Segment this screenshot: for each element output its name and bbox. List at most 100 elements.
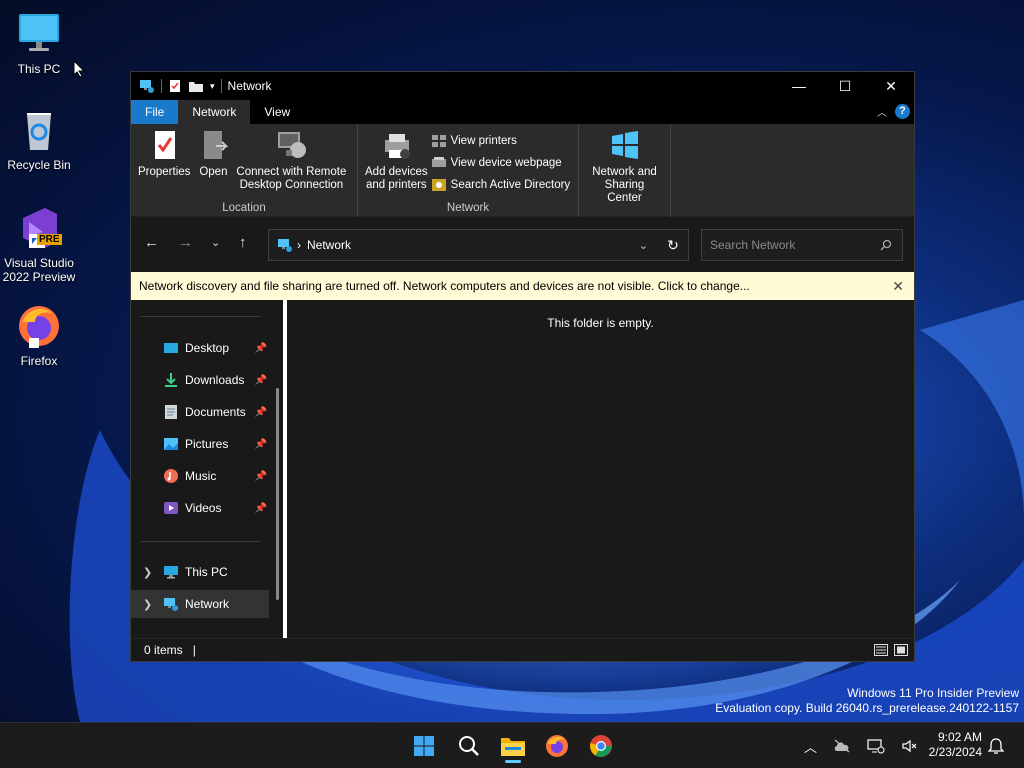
- desktop-icon-firefox[interactable]: Firefox: [0, 302, 78, 368]
- pin-icon: 📌: [254, 406, 267, 418]
- show-hidden-icons-chevron-icon[interactable]: ︿: [804, 737, 817, 756]
- title-bar: ▾ Network — ☐ ✕: [131, 72, 914, 100]
- remote-desktop-icon: [278, 132, 307, 158]
- clock-time: 9:02 AM: [937, 730, 982, 744]
- firefox-icon: [546, 735, 568, 757]
- up-arrow-icon[interactable]: ↑: [239, 234, 247, 251]
- nav-item-desktop[interactable]: Desktop 📌: [131, 334, 269, 362]
- item-count: 0 items: [144, 643, 183, 657]
- close-infobar-icon[interactable]: ✕: [892, 278, 904, 295]
- search-box[interactable]: Search Network: [701, 229, 903, 261]
- ribbon-group-sharing: Network and Sharing Center: [579, 124, 671, 217]
- address-bar[interactable]: › Network ⌄ ↻: [268, 229, 689, 261]
- recent-locations-chevron-icon[interactable]: ⌄: [211, 236, 220, 249]
- taskbar-firefox[interactable]: [539, 730, 575, 762]
- navigation-scrollbar[interactable]: [276, 388, 279, 600]
- nav-item-downloads[interactable]: Downloads 📌: [131, 366, 269, 394]
- view-printers-icon: [431, 135, 446, 147]
- properties-icon: [155, 131, 176, 159]
- evaluation-watermark: Windows 11 Pro Insider Preview Evaluatio…: [715, 686, 1019, 715]
- windows-logo-icon: [611, 131, 638, 159]
- status-bar: 0 items |: [131, 638, 914, 661]
- explorer-body: Desktop 📌 Downloads 📌 Documents 📌 Pictures 📌…: [131, 300, 914, 640]
- separator: [220, 79, 222, 93]
- ribbon-group-label: Location: [222, 202, 266, 214]
- chrome-icon: [590, 735, 612, 757]
- customize-toolbar-chevron-icon[interactable]: ▾: [210, 81, 215, 92]
- breadcrumb-network[interactable]: Network: [307, 238, 351, 252]
- network-discovery-infobar[interactable]: Network discovery and file sharing are t…: [131, 272, 914, 300]
- visual-studio-icon: PRE: [15, 204, 63, 252]
- network-icon: [164, 598, 178, 611]
- pin-icon: 📌: [254, 374, 267, 386]
- help-icon[interactable]: ?: [895, 104, 910, 119]
- nav-item-network[interactable]: ❯ Network: [131, 590, 269, 618]
- nav-item-documents[interactable]: Documents 📌: [131, 398, 269, 426]
- start-icon: [414, 736, 434, 756]
- divider: [141, 541, 261, 542]
- search-active-directory-button[interactable]: Search Active Directory: [431, 176, 570, 194]
- desktop-icon-recycle-bin[interactable]: Recycle Bin: [0, 106, 78, 172]
- nav-item-music[interactable]: Music 📌: [131, 462, 269, 490]
- properties-icon[interactable]: [168, 79, 182, 93]
- search-placeholder: Search Network: [710, 238, 796, 252]
- music-icon: [164, 469, 178, 483]
- volume-muted-icon[interactable]: [901, 738, 917, 754]
- firefox-icon: [15, 302, 63, 350]
- desktop-icon-this-pc[interactable]: This PC: [0, 10, 78, 76]
- clock-date: 2/23/2024: [928, 745, 982, 759]
- collapse-ribbon-icon[interactable]: ︿: [877, 104, 887, 119]
- large-icons-view-icon[interactable]: [894, 644, 908, 656]
- picture-icon: [164, 438, 178, 450]
- clock[interactable]: 9:02 AM 2/23/2024: [929, 730, 982, 760]
- pin-icon: 📌: [254, 470, 267, 482]
- start-button[interactable]: [406, 730, 442, 762]
- desktop-icon: [164, 343, 178, 353]
- new-folder-icon[interactable]: [188, 79, 204, 93]
- file-list[interactable]: This folder is empty.: [287, 300, 914, 640]
- active-directory-icon: [431, 179, 446, 191]
- refresh-icon[interactable]: ↻: [658, 237, 688, 254]
- network-icon: [278, 239, 292, 252]
- open-icon: [204, 131, 229, 159]
- tab-view[interactable]: View: [250, 100, 304, 124]
- tab-file[interactable]: File: [131, 100, 179, 124]
- desktop-icon-visual-studio[interactable]: PRE Visual Studio 2022 Preview: [0, 204, 78, 284]
- search-icon: [880, 239, 892, 251]
- expand-chevron-icon[interactable]: ❯: [143, 566, 152, 579]
- forward-arrow-icon[interactable]: →: [178, 234, 193, 251]
- taskbar-search-button[interactable]: [451, 730, 487, 762]
- ribbon: Properties Open Connect with Remote Deskt…: [131, 124, 914, 217]
- tab-network[interactable]: Network: [178, 100, 251, 124]
- pin-icon: 📌: [254, 438, 267, 450]
- monitor-icon: [15, 10, 63, 58]
- network-sharing-center-button[interactable]: Network and Sharing Center: [583, 128, 666, 217]
- view-printers-button[interactable]: View printers: [431, 132, 571, 150]
- minimize-button[interactable]: —: [776, 72, 822, 100]
- nav-item-videos[interactable]: Videos 📌: [131, 494, 269, 522]
- back-arrow-icon[interactable]: ←: [144, 234, 159, 251]
- ribbon-group-location: Properties Open Connect with Remote Deskt…: [131, 124, 358, 217]
- view-device-webpage-button[interactable]: View device webpage: [431, 154, 571, 172]
- ribbon-group-network: Add devices and printers View printers Vi…: [358, 124, 579, 217]
- expand-chevron-icon[interactable]: ❯: [143, 598, 152, 611]
- maximize-button[interactable]: ☐: [822, 72, 868, 100]
- system-tray: ︿: [804, 723, 917, 768]
- onedrive-offline-icon[interactable]: [833, 739, 851, 753]
- desktop-icon-label: Firefox: [20, 354, 58, 368]
- window-title: Network: [227, 79, 272, 93]
- notification-bell-icon[interactable]: [988, 737, 1004, 755]
- nav-item-pictures[interactable]: Pictures 📌: [131, 430, 269, 458]
- nav-item-this-pc[interactable]: ❯ This PC: [131, 558, 269, 586]
- ribbon-group-label: Network: [446, 202, 490, 214]
- taskbar: ︿ 9:02 AM 2/23/2024: [0, 722, 1024, 768]
- taskbar-file-explorer[interactable]: [495, 730, 531, 763]
- details-view-icon[interactable]: [874, 644, 888, 656]
- taskbar-chrome[interactable]: [583, 730, 619, 762]
- monitor-icon: [164, 566, 178, 579]
- pin-icon: 📌: [254, 502, 267, 514]
- address-history-chevron-icon[interactable]: ⌄: [639, 239, 648, 252]
- close-button[interactable]: ✕: [868, 72, 914, 100]
- mouse-cursor-icon: [73, 60, 85, 78]
- network-status-icon[interactable]: [867, 738, 885, 754]
